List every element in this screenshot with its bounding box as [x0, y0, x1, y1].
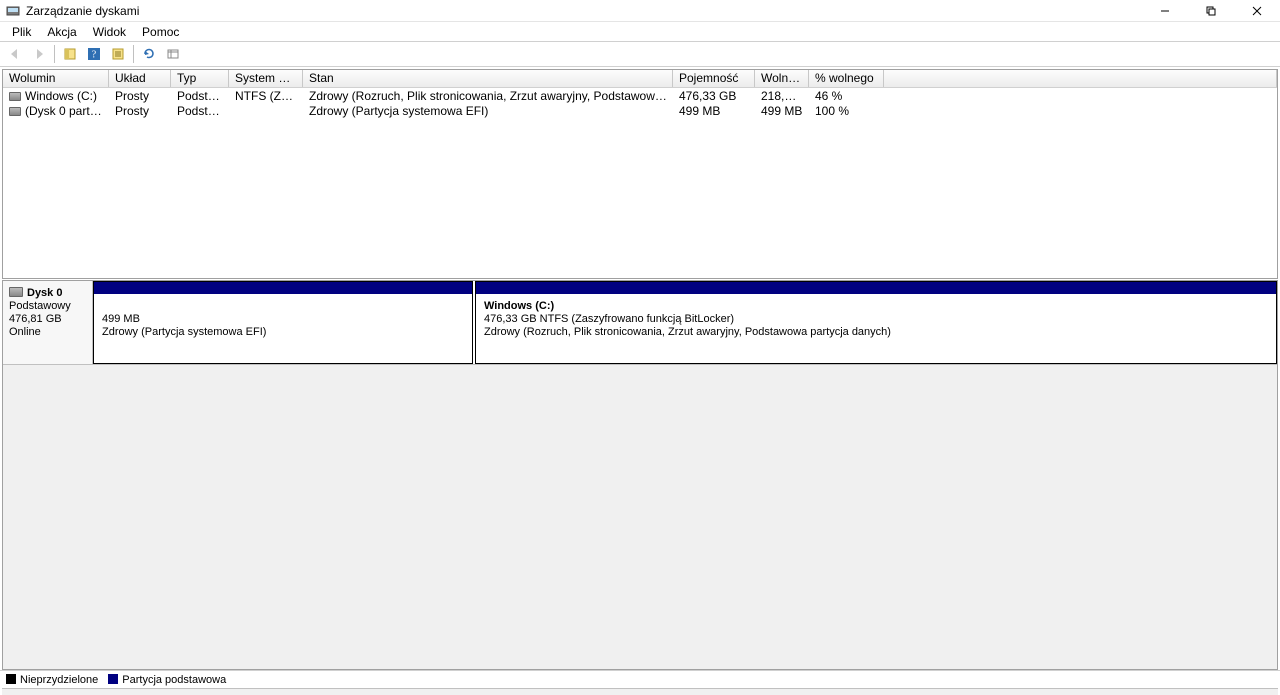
partition-bar: [476, 282, 1276, 294]
partition-windows[interactable]: Windows (C:) 476,33 GB NTFS (Zaszyfrowan…: [475, 281, 1277, 364]
minimize-button[interactable]: [1142, 0, 1188, 22]
volume-type: Podstaw...: [171, 104, 229, 118]
column-volume[interactable]: Wolumin: [3, 70, 109, 87]
help-button[interactable]: ?: [83, 43, 105, 65]
legend-unallocated: Nieprzydzielone: [20, 674, 98, 686]
toolbar-separator: [54, 45, 55, 63]
disk-name: Dysk 0: [27, 287, 62, 299]
back-button[interactable]: [4, 43, 26, 65]
volume-row[interactable]: Windows (C:) Prosty Podstaw... NTFS (Zas…: [3, 88, 1277, 103]
volume-free: 499 MB: [755, 104, 809, 118]
disk-basic: Podstawowy: [9, 300, 86, 313]
toolbar: ?: [0, 42, 1280, 67]
title-bar: Zarządzanie dyskami: [0, 0, 1280, 22]
legend: Nieprzydzielone Partycja podstawowa: [0, 670, 1280, 688]
maximize-button[interactable]: [1188, 0, 1234, 22]
menu-file[interactable]: Plik: [4, 23, 39, 41]
disk-graphic-panel: Dysk 0 Podstawowy 476,81 GB Online 499 M…: [2, 280, 1278, 670]
volume-type: Podstaw...: [171, 89, 229, 103]
partition-details: 476,33 GB NTFS (Zaszyfrowano funkcją Bit…: [484, 313, 1268, 326]
volume-layout: Prosty: [109, 104, 171, 118]
column-pctfree[interactable]: % wolnego: [809, 70, 884, 87]
menu-view[interactable]: Widok: [85, 23, 134, 41]
volume-status: Zdrowy (Rozruch, Plik stronicowania, Zrz…: [303, 89, 673, 103]
legend-primary: Partycja podstawowa: [122, 674, 226, 686]
toolbar-separator: [133, 45, 134, 63]
volume-list: Wolumin Układ Typ System plik... Stan Po…: [2, 69, 1278, 279]
properties-button[interactable]: [107, 43, 129, 65]
column-capacity[interactable]: Pojemność: [673, 70, 755, 87]
partition-bar: [94, 282, 472, 294]
volume-layout: Prosty: [109, 89, 171, 103]
partition-efi[interactable]: 499 MB Zdrowy (Partycja systemowa EFI): [93, 281, 473, 364]
disk-icon: [9, 287, 23, 297]
window-title: Zarządzanie dyskami: [26, 4, 139, 18]
volume-status: Zdrowy (Partycja systemowa EFI): [303, 104, 673, 118]
status-bar: [2, 688, 1278, 695]
show-hide-console-tree-button[interactable]: [59, 43, 81, 65]
volume-name: (Dysk 0 partycja 1): [25, 104, 109, 118]
column-status[interactable]: Stan: [303, 70, 673, 87]
column-free[interactable]: Wolne ...: [755, 70, 809, 87]
volume-fs: NTFS (Zaszy...: [229, 89, 303, 103]
close-button[interactable]: [1234, 0, 1280, 22]
column-filesystem[interactable]: System plik...: [229, 70, 303, 87]
volume-name: Windows (C:): [25, 89, 97, 103]
disk-size: 476,81 GB: [9, 313, 86, 326]
partition-status: Zdrowy (Rozruch, Plik stronicowania, Zrz…: [484, 326, 1268, 339]
partition-name: Windows (C:): [484, 300, 1268, 313]
column-layout[interactable]: Układ: [109, 70, 171, 87]
partition-status: Zdrowy (Partycja systemowa EFI): [102, 326, 464, 339]
volume-pctfree: 100 %: [809, 104, 884, 118]
forward-button[interactable]: [28, 43, 50, 65]
menu-bar: Plik Akcja Widok Pomoc: [0, 22, 1280, 42]
refresh-button[interactable]: [138, 43, 160, 65]
volume-list-header: Wolumin Układ Typ System plik... Stan Po…: [3, 70, 1277, 88]
list-settings-button[interactable]: [162, 43, 184, 65]
volume-row[interactable]: (Dysk 0 partycja 1) Prosty Podstaw... Zd…: [3, 103, 1277, 118]
partition-size: 499 MB: [102, 313, 464, 326]
disk-row: Dysk 0 Podstawowy 476,81 GB Online 499 M…: [3, 281, 1277, 365]
svg-text:?: ?: [92, 50, 97, 61]
menu-action[interactable]: Akcja: [39, 23, 84, 41]
volume-icon: [9, 107, 21, 116]
app-icon: [6, 4, 20, 18]
legend-swatch-unallocated: [6, 674, 16, 684]
legend-swatch-primary: [108, 674, 118, 684]
volume-pctfree: 46 %: [809, 89, 884, 103]
menu-help[interactable]: Pomoc: [134, 23, 187, 41]
volume-icon: [9, 92, 21, 101]
column-spacer: [884, 70, 1277, 87]
volume-capacity: 499 MB: [673, 104, 755, 118]
column-type[interactable]: Typ: [171, 70, 229, 87]
volume-free: 218,96 GB: [755, 89, 809, 103]
disk-online: Online: [9, 326, 86, 339]
disk-label[interactable]: Dysk 0 Podstawowy 476,81 GB Online: [3, 281, 93, 364]
volume-capacity: 476,33 GB: [673, 89, 755, 103]
